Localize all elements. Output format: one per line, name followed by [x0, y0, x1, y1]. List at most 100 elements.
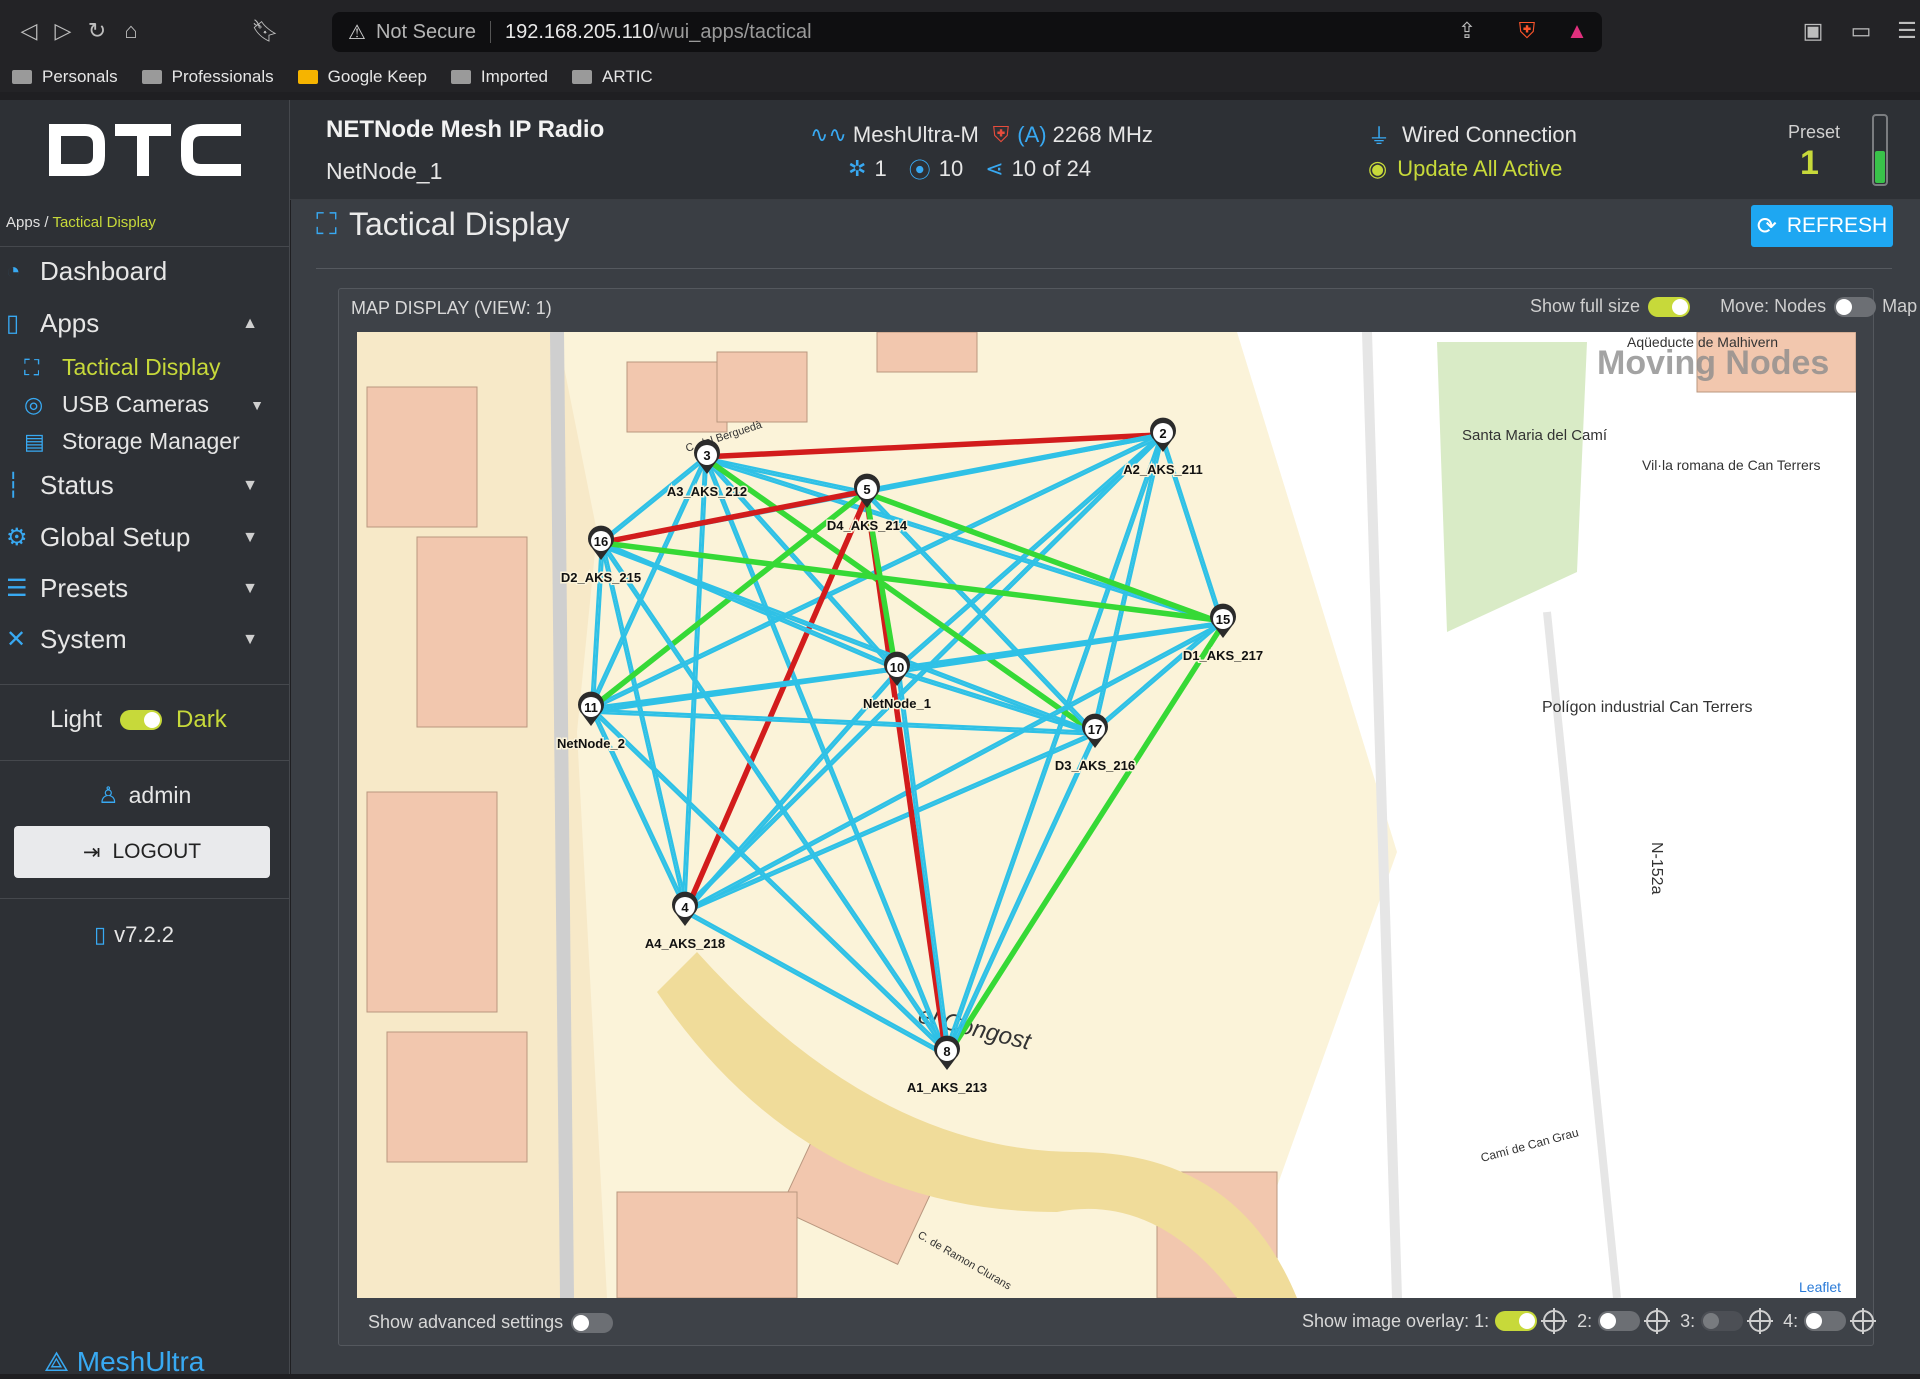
- reload-icon[interactable]: ↻: [80, 14, 114, 48]
- show-full-size-toggle[interactable]: [1648, 296, 1691, 317]
- sidebar-item-usb-cameras[interactable]: ◎ USB Cameras ▼: [24, 391, 274, 418]
- folder-icon: [572, 70, 593, 84]
- image-overlay-controls: Show image overlay: 1: 2: 3: 4:: [1302, 1308, 1886, 1334]
- warning-icon: ⚠: [348, 21, 366, 44]
- overlay-2-label: 2:: [1577, 1310, 1593, 1331]
- show-full-size-label: Show full size: [1530, 296, 1641, 316]
- sidebar-item-apps[interactable]: ▯ Apps ▲: [6, 308, 276, 339]
- meshultra-mark-icon: ⟁: [44, 1346, 69, 1377]
- bookmarks-bar: Personals Professionals Google Keep Impo…: [0, 62, 1920, 92]
- sidebar-item-presets[interactable]: ☰ Presets ▼: [6, 573, 276, 604]
- page-title: ⛶ Tactical Display: [316, 206, 570, 243]
- location-pin-icon: ⦿: [908, 158, 931, 183]
- road: [550, 332, 574, 1298]
- brave-shield-icon[interactable]: ⛨: [1510, 14, 1544, 48]
- waveform-label: MeshUltra-M: [852, 122, 979, 147]
- map-canvas[interactable]: C. del Berguedà C. de Ramon Clurans Camí…: [357, 332, 1856, 1298]
- sidebar-label: Presets: [40, 573, 129, 603]
- overlay-4-toggle[interactable]: [1804, 1311, 1847, 1331]
- map-icon: ⛶: [24, 354, 40, 380]
- chevron-down-icon: ▼: [250, 396, 264, 413]
- overlay-4-crosshair-icon[interactable]: [1850, 1308, 1877, 1334]
- sidebar-toggle-icon[interactable]: ▣: [1796, 14, 1830, 48]
- map-label-place: Vil·la romana de Can Terrers: [1642, 457, 1820, 473]
- preset-value: 1: [1800, 144, 1819, 182]
- overlay-3-toggle[interactable]: [1701, 1311, 1744, 1331]
- node-id: 4: [681, 900, 689, 915]
- sidebar-divider: [0, 246, 290, 247]
- map-label-place: Polígon industrial Can Terrers: [1542, 699, 1752, 716]
- home-icon[interactable]: ⌂: [114, 14, 148, 48]
- refresh-icon: ⟳: [1756, 212, 1777, 240]
- overlay-3-crosshair-icon[interactable]: [1747, 1308, 1774, 1334]
- signal-icon: ┆: [6, 472, 21, 499]
- sidebar-divider: [0, 898, 290, 899]
- bookmark-artic[interactable]: ARTIC: [572, 67, 653, 87]
- overlay-2-crosshair-icon[interactable]: [1644, 1308, 1671, 1334]
- bookmark-personals[interactable]: Personals: [12, 67, 118, 87]
- theme-toggle[interactable]: [120, 710, 163, 730]
- map-icon: ⛶: [316, 207, 337, 241]
- advanced-settings-toggle[interactable]: [571, 1312, 614, 1333]
- share-icon[interactable]: ⇪: [1450, 14, 1484, 48]
- mesh-count: 1: [874, 156, 887, 181]
- dark-label: Dark: [176, 706, 227, 733]
- forward-icon[interactable]: ▷: [46, 14, 80, 48]
- meshultra-brand: MeshUltra: [76, 1346, 205, 1377]
- logout-icon: ⇥: [82, 840, 101, 864]
- bookmark-imported[interactable]: Imported: [450, 67, 548, 87]
- logout-button[interactable]: ⇥ LOGOUT: [14, 826, 270, 878]
- leaflet-attribution[interactable]: Leaflet: [1799, 1279, 1841, 1295]
- theme-toggle-row: Light Dark: [50, 706, 227, 734]
- node-label: NetNode_2: [557, 736, 625, 751]
- address-bar[interactable]: ⚠ Not Secure 192.168.205.110/wui_apps/ta…: [332, 12, 1602, 52]
- update-mode-label[interactable]: Update All Active: [1397, 156, 1562, 182]
- overlay-1-crosshair-icon[interactable]: [1541, 1308, 1568, 1334]
- refresh-button[interactable]: ⟳ REFRESH: [1751, 205, 1893, 247]
- building: [366, 386, 478, 528]
- breadcrumb: Apps / Tactical Display: [6, 214, 156, 231]
- sidebar-item-dashboard[interactable]: ◔ Dashboard: [6, 256, 276, 287]
- folder-icon: [12, 70, 32, 84]
- overlay-1-toggle[interactable]: [1495, 1311, 1538, 1331]
- browser-toolbar: ◁ ▷ ↻ ⌂ 🔖︎ ⚠ Not Secure 192.168.205.110/…: [0, 0, 1920, 62]
- page-title-text: Tactical Display: [349, 206, 570, 242]
- wallet-icon[interactable]: ▭: [1844, 14, 1878, 48]
- sidebar-item-system[interactable]: ✕ System ▼: [6, 624, 276, 655]
- menu-icon[interactable]: ☰: [1890, 14, 1920, 48]
- building: [366, 791, 498, 1013]
- sidebar-item-global-setup[interactable]: ⚙ Global Setup ▼: [6, 522, 276, 553]
- back-icon[interactable]: ◁: [12, 14, 46, 48]
- link-count: 10 of 24: [1011, 156, 1092, 181]
- bookmark-icon[interactable]: 🔖︎: [248, 14, 282, 48]
- node-id: 11: [584, 700, 598, 715]
- rewards-icon[interactable]: ▲: [1560, 14, 1594, 48]
- building: [876, 332, 978, 373]
- tactical-map[interactable]: C. del Berguedà C. de Ramon Clurans Camí…: [357, 332, 1856, 1298]
- plug-icon: ⏚: [1368, 124, 1391, 149]
- breadcrumb-apps[interactable]: Apps: [6, 214, 40, 231]
- user-info: ♙ admin: [98, 782, 191, 809]
- sidebar-item-storage-manager[interactable]: ▤ Storage Manager: [24, 428, 274, 455]
- overlay-2-toggle[interactable]: [1598, 1311, 1641, 1331]
- logout-label: LOGOUT: [112, 840, 202, 863]
- sidebar-label: Storage Manager: [62, 428, 240, 454]
- sidebar-item-status[interactable]: ┆ Status ▼: [6, 470, 276, 501]
- node-label: NetNode_1: [863, 696, 931, 711]
- sidebar-divider: [0, 684, 290, 685]
- sidebar-item-tactical-display[interactable]: ⛶ Tactical Display: [24, 354, 274, 381]
- node-label: D1_AKS_217: [1183, 648, 1263, 663]
- node-label: A4_AKS_218: [645, 936, 725, 951]
- node-id: 3: [703, 448, 710, 463]
- url-divider: [490, 21, 491, 43]
- move-nodes-label: Move: Nodes: [1720, 296, 1827, 316]
- move-mode-toggle[interactable]: [1834, 296, 1877, 317]
- node-name: NetNode_1: [326, 158, 443, 184]
- battery-level: [1875, 151, 1885, 183]
- node-id: 17: [1088, 722, 1102, 737]
- keep-icon: [297, 70, 318, 84]
- node-id: 15: [1216, 612, 1230, 627]
- map-panel-title: MAP DISPLAY (VIEW: 1): [351, 298, 552, 318]
- bookmark-professionals[interactable]: Professionals: [141, 67, 274, 87]
- bookmark-google-keep[interactable]: Google Keep: [297, 67, 427, 87]
